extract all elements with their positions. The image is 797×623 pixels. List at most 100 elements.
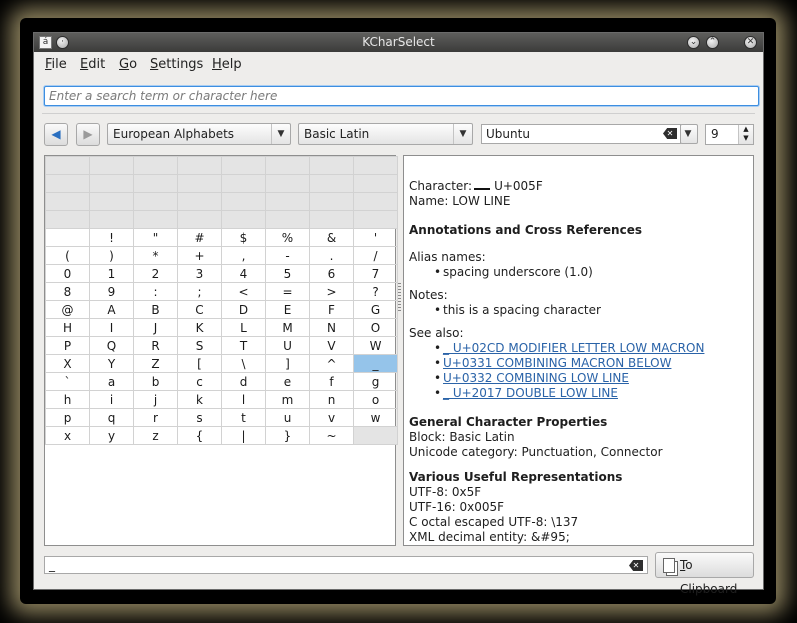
character-cell[interactable]: Y [89,354,134,373]
character-cell[interactable]: R [133,336,178,355]
character-cell[interactable]: ) [89,246,134,265]
character-cell[interactable]: : [133,282,178,301]
character-cell[interactable]: D [221,300,266,319]
character-cell[interactable]: S [177,336,222,355]
character-cell[interactable]: _ [353,354,398,373]
character-cell[interactable]: Q [89,336,134,355]
character-cell[interactable]: K [177,318,222,337]
character-cell[interactable]: z [133,426,178,445]
character-cell[interactable]: q [89,408,134,427]
character-cell[interactable]: 5 [265,264,310,283]
character-cell[interactable]: i [89,390,134,409]
character-cell[interactable]: I [89,318,134,337]
character-cell[interactable]: / [353,246,398,265]
character-cell[interactable]: C [177,300,222,319]
character-cell[interactable]: } [265,426,310,445]
see-also-link[interactable]: U+0331 COMBINING MACRON BELOW [443,356,671,370]
minimize-icon[interactable]: ⌄ [687,36,700,49]
character-cell[interactable]: H [45,318,90,337]
character-cell[interactable]: L [221,318,266,337]
menu-file[interactable]: File [45,57,67,72]
character-cell[interactable]: 3 [177,264,222,283]
menu-help[interactable]: Help [212,57,242,72]
clear-text-icon[interactable]: ✕ [663,128,677,139]
back-button[interactable]: ◀ [44,123,68,146]
character-cell[interactable]: h [45,390,90,409]
character-cell[interactable]: 4 [221,264,266,283]
character-cell[interactable]: > [309,282,354,301]
character-cell[interactable]: + [177,246,222,265]
character-cell[interactable]: u [265,408,310,427]
character-cell[interactable]: y [89,426,134,445]
character-cell[interactable]: w [353,408,398,427]
character-cell[interactable]: ! [89,228,134,247]
character-cell[interactable]: \ [221,354,266,373]
character-cell[interactable]: ^ [309,354,354,373]
font-size-spinbox[interactable]: 9 ▲ ▼ [705,124,754,145]
search-input[interactable]: Enter a search term or character here [44,86,759,106]
character-cell[interactable]: B [133,300,178,319]
character-cell[interactable]: $ [221,228,266,247]
character-cell[interactable] [45,228,90,247]
character-cell[interactable]: N [309,318,354,337]
character-cell[interactable]: l [221,390,266,409]
title-bar[interactable]: á · KCharSelect ⌄ ⌃ ✕ [34,33,763,52]
character-cell[interactable]: x [45,426,90,445]
character-cell[interactable]: ' [353,228,398,247]
clear-text-icon[interactable]: ✕ [629,560,643,571]
character-cell[interactable]: o [353,390,398,409]
menu-settings[interactable]: Settings [150,57,203,72]
character-cell[interactable]: 2 [133,264,178,283]
character-cell[interactable]: 9 [89,282,134,301]
character-cell[interactable]: | [221,426,266,445]
character-cell[interactable]: " [133,228,178,247]
character-cell[interactable]: T [221,336,266,355]
character-cell[interactable]: < [221,282,266,301]
forward-button[interactable]: ▶ [76,123,100,146]
character-cell[interactable]: v [309,408,354,427]
character-cell[interactable]: p [45,408,90,427]
character-cell[interactable]: % [265,228,310,247]
character-cell[interactable]: ? [353,282,398,301]
character-cell[interactable]: n [309,390,354,409]
character-cell[interactable]: [ [177,354,222,373]
menu-go[interactable]: Go [119,57,137,72]
character-cell[interactable]: . [309,246,354,265]
character-cell[interactable]: e [265,372,310,391]
character-cell[interactable]: & [309,228,354,247]
character-cell[interactable]: - [265,246,310,265]
character-cell[interactable]: c [177,372,222,391]
window-menu-icon[interactable]: · [56,36,69,49]
close-icon[interactable]: ✕ [744,36,757,49]
character-cell[interactable]: W [353,336,398,355]
character-cell[interactable]: a [89,372,134,391]
character-cell[interactable]: E [265,300,310,319]
character-cell[interactable]: ; [177,282,222,301]
character-cell[interactable]: ] [265,354,310,373]
menu-edit[interactable]: Edit [80,57,105,72]
see-also-link[interactable]: _ U+2017 DOUBLE LOW LINE [443,386,618,400]
character-cell[interactable]: r [133,408,178,427]
see-also-link[interactable]: _ U+02CD MODIFIER LETTER LOW MACRON [443,341,704,355]
character-cell[interactable]: P [45,336,90,355]
character-cell[interactable]: ( [45,246,90,265]
selected-text-input[interactable]: _ ✕ [44,556,648,574]
character-cell[interactable]: V [309,336,354,355]
character-cell[interactable]: d [221,372,266,391]
character-cell[interactable]: Z [133,354,178,373]
splitter-handle[interactable] [398,283,401,313]
character-cell[interactable]: # [177,228,222,247]
spin-arrows-icon[interactable]: ▲ ▼ [738,125,753,144]
character-cell[interactable]: ` [45,372,90,391]
block-combo[interactable]: Basic Latin ▼ [298,123,473,145]
character-cell[interactable]: m [265,390,310,409]
font-input[interactable]: Ubuntu ✕ [481,124,681,144]
see-also-link[interactable]: U+0332 COMBINING LOW LINE [443,371,629,385]
character-cell[interactable]: ~ [309,426,354,445]
character-cell[interactable]: 6 [309,264,354,283]
section-combo[interactable]: European Alphabets ▼ [107,123,291,145]
character-cell[interactable]: b [133,372,178,391]
character-cell[interactable]: k [177,390,222,409]
character-cell[interactable]: t [221,408,266,427]
character-cell[interactable]: g [353,372,398,391]
